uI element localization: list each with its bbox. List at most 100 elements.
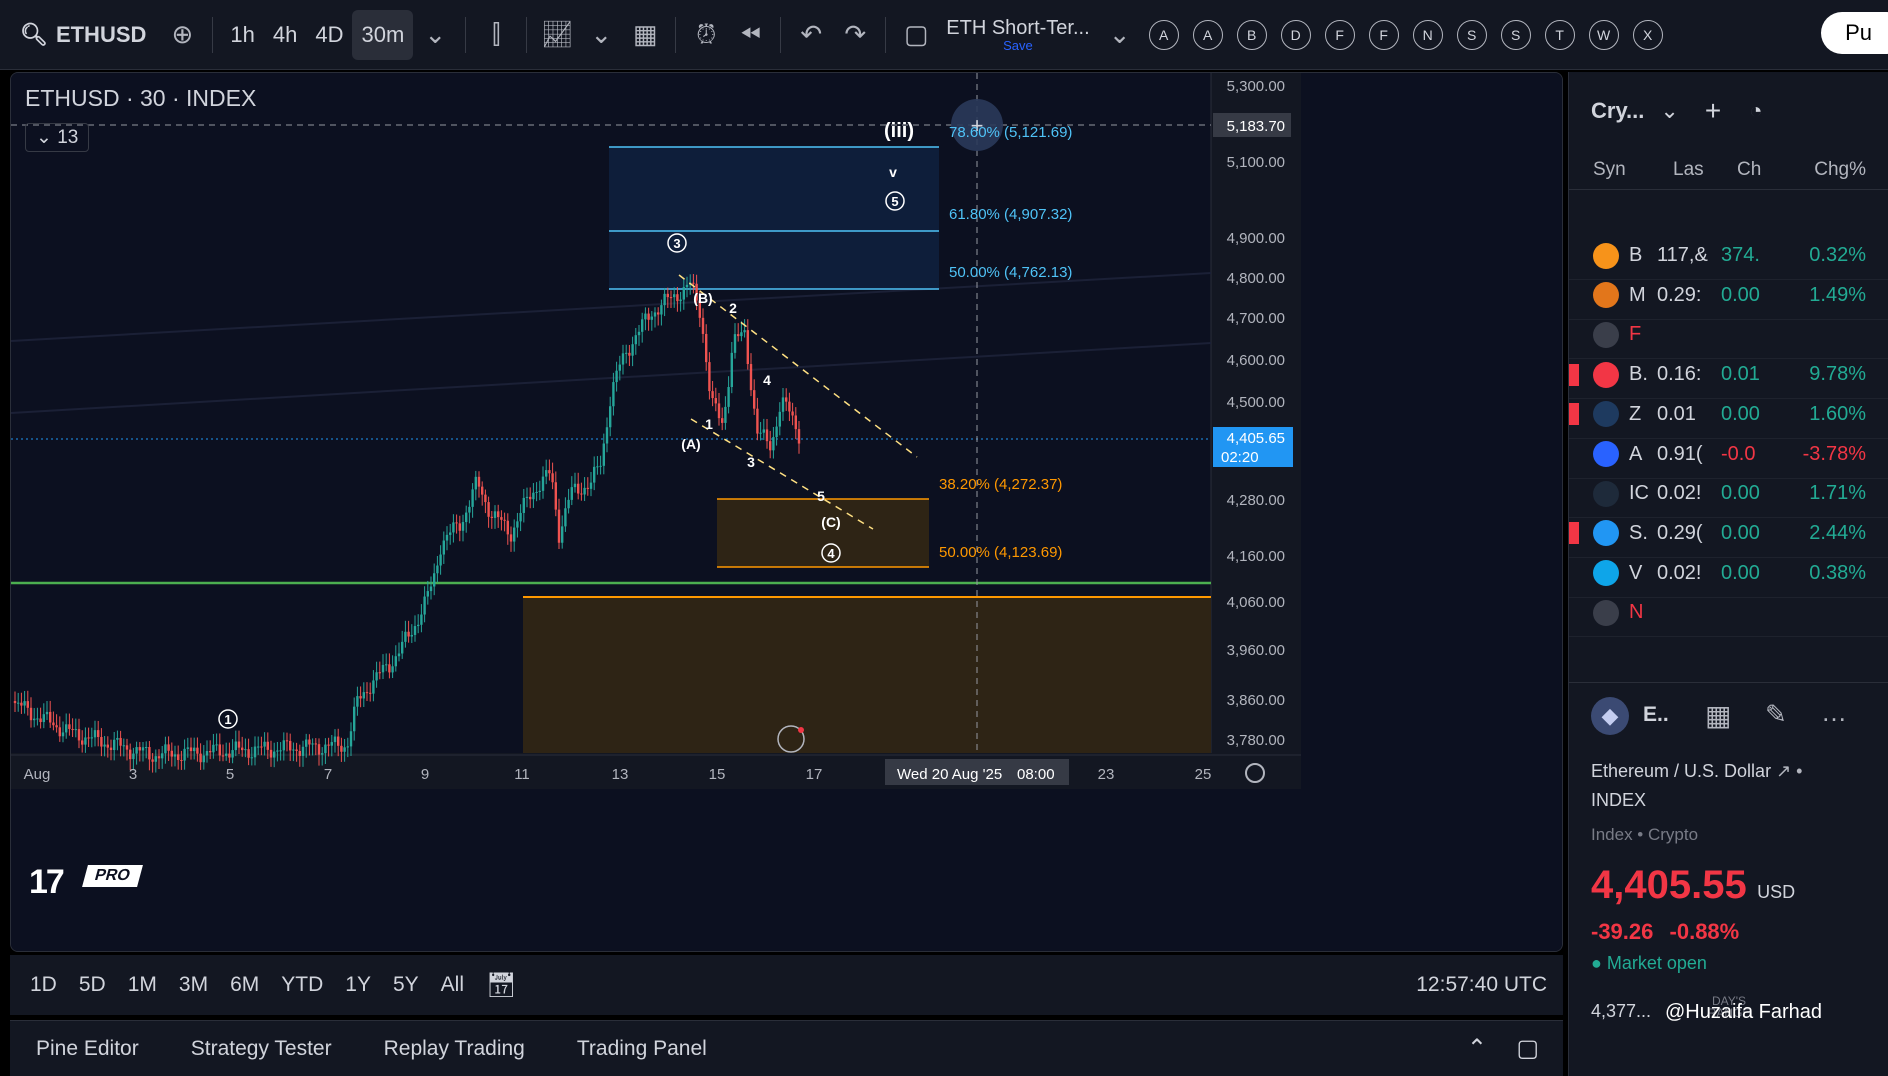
tab-trading-panel[interactable]: Trading Panel bbox=[577, 1037, 707, 1061]
maximize-icon[interactable]: ▢ bbox=[1516, 1034, 1539, 1063]
candle-body bbox=[244, 749, 247, 751]
quick-button-11[interactable]: X bbox=[1632, 19, 1663, 50]
tab-pine-editor[interactable]: Pine Editor bbox=[36, 1037, 139, 1061]
candle-body bbox=[45, 711, 49, 715]
range-6m[interactable]: 6M bbox=[230, 973, 259, 997]
candle-body bbox=[529, 496, 532, 500]
replay-icon[interactable]: ⏪︎ bbox=[728, 10, 772, 60]
tab-strategy-tester[interactable]: Strategy Tester bbox=[191, 1037, 332, 1061]
layout-name[interactable]: ETH Short-Ter... Save bbox=[938, 10, 1097, 60]
chart-canvas[interactable]: +(iii)v53(B)241(A)35(C)4178.60% (5,121.6… bbox=[11, 73, 1563, 952]
chart-pane[interactable]: + (iii) v 5 3 (B) 2 4 1 (A) 3 5 (C) 4 1 78.60% (5,121.6… bbox=[10, 72, 1563, 952]
edit-icon[interactable]: ✎ bbox=[1765, 699, 1787, 730]
quick-button-4[interactable]: F bbox=[1324, 19, 1355, 50]
chevron-down-icon[interactable]: ⌄ bbox=[1098, 10, 1142, 60]
range-5y[interactable]: 5Y bbox=[393, 973, 419, 997]
candle-body bbox=[295, 749, 298, 751]
chevron-down-icon[interactable]: ⌄ bbox=[1660, 98, 1678, 124]
pro-badge: PRO bbox=[82, 865, 143, 887]
quick-button-2[interactable]: B bbox=[1236, 19, 1267, 50]
pie-chart-icon[interactable]: ◔ bbox=[1749, 98, 1762, 124]
candle-body bbox=[439, 554, 442, 566]
candle-body bbox=[522, 497, 525, 513]
wave-label: 3 bbox=[673, 236, 680, 251]
details-change-block: -39.26 -0.88% bbox=[1591, 919, 1739, 945]
candle-body bbox=[509, 534, 513, 542]
separator bbox=[212, 16, 214, 53]
external-link-icon[interactable]: ↗ • bbox=[1776, 761, 1802, 781]
coin-icon bbox=[1593, 401, 1619, 428]
alert-icon[interactable]: ⏰︎ bbox=[684, 10, 728, 60]
quick-button-10[interactable]: W bbox=[1588, 19, 1619, 50]
candle-body bbox=[711, 391, 714, 399]
timeframe-1h[interactable]: 1h bbox=[221, 10, 263, 60]
more-icon[interactable]: … bbox=[1821, 697, 1847, 728]
chevron-down-icon[interactable]: ⌄ bbox=[579, 10, 623, 60]
watchlist-title[interactable]: Cry... bbox=[1591, 98, 1644, 124]
collapse-icon[interactable]: ⌃ bbox=[1467, 1034, 1487, 1063]
col-change-pct[interactable]: Chg% bbox=[1814, 159, 1866, 181]
range-1y[interactable]: 1Y bbox=[345, 973, 371, 997]
add-symbol-icon[interactable]: ⊕ bbox=[160, 10, 204, 60]
timeframe-4D[interactable]: 4D bbox=[306, 10, 352, 60]
goto-date-icon[interactable]: 📅︎ bbox=[486, 971, 516, 1000]
quick-button-3[interactable]: D bbox=[1280, 19, 1311, 50]
redo-icon[interactable]: ↷ bbox=[833, 10, 877, 60]
layouts-icon[interactable]: ▦ bbox=[623, 10, 667, 60]
range-5d[interactable]: 5D bbox=[79, 973, 106, 997]
utc-clock[interactable]: 12:57:40 UTC bbox=[1416, 973, 1547, 997]
date-tick: 11 bbox=[514, 766, 530, 783]
add-symbol-icon[interactable]: + bbox=[1705, 95, 1721, 127]
undo-icon[interactable]: ↶ bbox=[789, 10, 833, 60]
symbol-search[interactable]: 🔍︎ ETHUSD bbox=[0, 10, 160, 60]
range-1d[interactable]: 1D bbox=[30, 973, 57, 997]
timeframe-30m[interactable]: 30m bbox=[352, 9, 414, 60]
candle-body bbox=[349, 731, 353, 747]
col-last[interactable]: Las bbox=[1673, 159, 1704, 181]
candle-body bbox=[161, 753, 164, 759]
details-symbol[interactable]: E.. bbox=[1643, 703, 1669, 727]
candle-body bbox=[253, 746, 257, 758]
quick-button-1[interactable]: A bbox=[1192, 19, 1223, 50]
range-all[interactable]: All bbox=[441, 973, 464, 997]
flag-icon[interactable] bbox=[1569, 403, 1579, 426]
range-3m[interactable]: 3M bbox=[179, 973, 208, 997]
date-tick: 25 bbox=[1195, 766, 1212, 783]
quick-button-7[interactable]: S bbox=[1456, 19, 1487, 50]
col-symbol[interactable]: Syn bbox=[1593, 159, 1626, 181]
range-1m[interactable]: 1M bbox=[128, 973, 157, 997]
timeframe-4h[interactable]: 4h bbox=[264, 10, 306, 60]
candle-body bbox=[234, 741, 237, 751]
separator bbox=[465, 16, 467, 53]
candle-body bbox=[87, 737, 90, 739]
candle-body bbox=[714, 398, 717, 404]
watchlist-row[interactable]: N bbox=[1569, 589, 1888, 638]
wave-label: 2 bbox=[729, 300, 737, 316]
candle-body bbox=[209, 751, 212, 753]
tab-replay-trading[interactable]: Replay Trading bbox=[384, 1037, 525, 1061]
quick-button-6[interactable]: N bbox=[1412, 19, 1443, 50]
quick-button-5[interactable]: F bbox=[1368, 19, 1399, 50]
candle-body bbox=[487, 502, 490, 517]
quick-button-9[interactable]: T bbox=[1544, 19, 1575, 50]
candle-body bbox=[231, 750, 234, 758]
candle-body bbox=[426, 591, 429, 597]
candle-body bbox=[29, 707, 33, 721]
crosshair-date-label: Wed 20 Aug '25 bbox=[897, 766, 1002, 783]
col-change[interactable]: Ch bbox=[1737, 159, 1761, 181]
layout-grid-icon[interactable]: ▦ bbox=[1705, 699, 1731, 732]
range-ytd[interactable]: YTD bbox=[281, 973, 323, 997]
flag-icon[interactable] bbox=[1569, 363, 1579, 386]
candle-body bbox=[151, 759, 154, 762]
details-price-block: 4,405.55 USD bbox=[1591, 863, 1795, 908]
indicators-icon[interactable]: 📈︎ bbox=[535, 10, 579, 60]
fullscreen-icon[interactable]: ▢ bbox=[894, 10, 938, 60]
flag-icon[interactable] bbox=[1569, 522, 1579, 545]
chevron-down-icon[interactable]: ⌄ bbox=[413, 10, 457, 60]
indicators-toggle[interactable]: ⌄ 13 bbox=[25, 123, 90, 152]
date-tick: 9 bbox=[421, 766, 429, 783]
quick-button-8[interactable]: S bbox=[1500, 19, 1531, 50]
quick-button-0[interactable]: A bbox=[1148, 19, 1179, 50]
candles-icon[interactable]: ⫿ bbox=[474, 10, 518, 60]
publish-button[interactable]: Pu bbox=[1821, 12, 1888, 54]
